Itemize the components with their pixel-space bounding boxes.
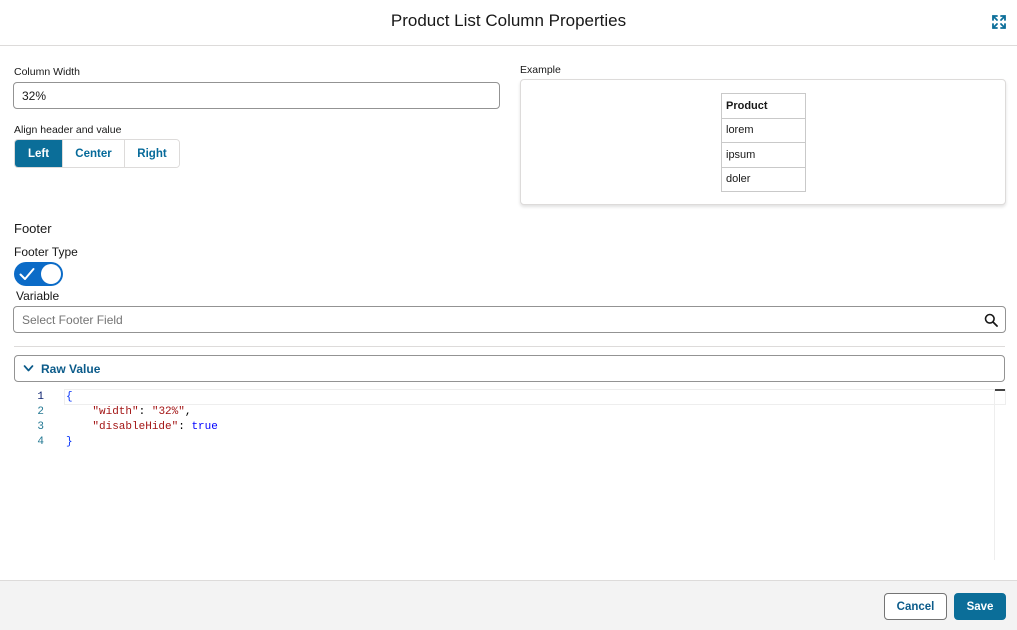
align-right-button[interactable]: Right bbox=[124, 140, 179, 167]
modal-header: Product List Column Properties bbox=[0, 0, 1017, 46]
code-text: } bbox=[66, 436, 73, 448]
json-code-editor[interactable]: 1 { 2 "width": "32%", 3 "disableHide": t… bbox=[14, 386, 1006, 560]
example-table-cell: doler bbox=[721, 166, 806, 192]
align-button-group: Left Center Right bbox=[14, 139, 180, 168]
code-text: "disableHide": true bbox=[92, 421, 218, 433]
code-line: 3 "disableHide": true bbox=[14, 420, 994, 435]
modal-title: Product List Column Properties bbox=[390, 11, 627, 30]
variable-label: Variable bbox=[16, 289, 60, 303]
line-number: 2 bbox=[37, 406, 44, 418]
line-number: 3 bbox=[37, 421, 44, 433]
example-label: Example bbox=[520, 64, 561, 76]
code-text: { bbox=[66, 391, 73, 403]
toggle-knob bbox=[41, 264, 61, 284]
example-table-cell: ipsum bbox=[721, 142, 806, 168]
code-text: "width": "32%", bbox=[92, 406, 192, 418]
modal-footer: Cancel Save bbox=[0, 580, 1017, 630]
example-table: Product lorem ipsum doler bbox=[721, 93, 806, 192]
chevron-down-icon bbox=[23, 365, 34, 372]
expand-icon[interactable] bbox=[991, 14, 1007, 30]
example-preview: Product lorem ipsum doler bbox=[520, 79, 1006, 205]
section-divider bbox=[14, 346, 1005, 347]
raw-value-accordion[interactable]: Raw Value bbox=[14, 355, 1005, 382]
footer-type-label: Footer Type bbox=[14, 245, 78, 259]
footer-field-search-input[interactable] bbox=[13, 306, 1006, 333]
align-center-button[interactable]: Center bbox=[62, 140, 124, 167]
save-button[interactable]: Save bbox=[954, 593, 1006, 620]
align-label: Align header and value bbox=[14, 124, 122, 136]
footer-section-title: Footer bbox=[14, 221, 52, 236]
raw-value-label: Raw Value bbox=[41, 362, 101, 376]
column-width-label: Column Width bbox=[14, 66, 80, 78]
example-table-header: Product bbox=[721, 93, 806, 119]
cancel-button[interactable]: Cancel bbox=[884, 593, 947, 620]
code-line: 1 { bbox=[14, 390, 994, 405]
line-number: 1 bbox=[37, 391, 44, 403]
line-number: 4 bbox=[37, 436, 44, 448]
search-icon[interactable] bbox=[984, 313, 998, 327]
align-left-button[interactable]: Left bbox=[15, 140, 62, 167]
example-table-cell: lorem bbox=[721, 117, 806, 143]
editor-scrollbar[interactable] bbox=[994, 389, 1005, 560]
code-line: 2 "width": "32%", bbox=[14, 405, 994, 420]
scrollbar-marker bbox=[995, 389, 1005, 391]
footer-type-toggle[interactable] bbox=[14, 262, 63, 286]
code-line: 4 } bbox=[14, 435, 994, 450]
check-icon bbox=[19, 268, 35, 280]
column-width-input[interactable] bbox=[13, 82, 500, 109]
